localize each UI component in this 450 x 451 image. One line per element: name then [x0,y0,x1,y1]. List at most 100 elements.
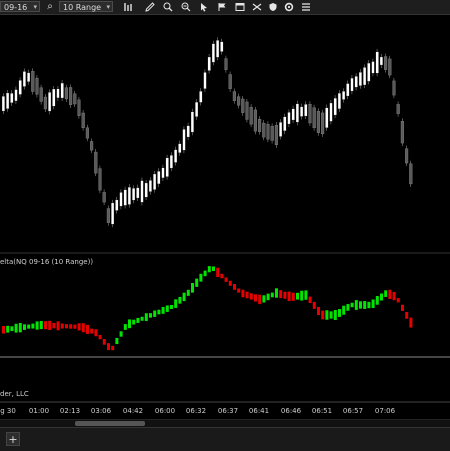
zoom-out-icon[interactable] [180,1,192,13]
delta-bar [249,293,253,300]
cursor-icon[interactable] [198,1,210,13]
candle [308,104,312,124]
candle [379,56,383,66]
delta-bar [363,301,367,309]
delta-bar [321,310,325,320]
candle [283,116,287,132]
candle [266,124,270,140]
delta-bar [182,292,186,302]
candle [253,109,257,132]
candle [27,72,31,82]
delta-bar [10,326,14,332]
chart-canvas[interactable] [0,15,450,403]
delta-bar [144,313,148,321]
delta-bar [128,319,131,329]
candle [291,108,295,121]
delta-bar [409,317,413,328]
candle [94,151,98,174]
candle [304,104,308,117]
candle [60,82,64,99]
delta-bar [220,273,224,279]
delta-bar [44,321,47,330]
delta-bar [228,280,232,286]
delta-bar [384,290,388,297]
search-icon[interactable]: ⌕ [44,1,56,13]
delta-bar [48,320,52,331]
candle [39,87,43,102]
delta-panel [2,266,413,351]
candle [64,87,68,100]
candle [396,104,400,114]
flag-icon[interactable] [216,1,228,13]
candle [207,56,211,71]
delta-bar [86,324,89,334]
delta-bar [199,273,203,282]
delta-bar [338,309,341,317]
delta-bar [2,325,5,334]
add-tab-button[interactable]: + [6,432,20,446]
delta-bar [275,288,278,298]
delta-bar [392,291,396,301]
delta-bar [325,310,329,320]
delta-bar [6,325,10,333]
candle [337,92,341,110]
candle [350,77,354,92]
candle [295,103,299,123]
delta-bar [216,267,220,278]
delta-bar [165,305,169,312]
candle [148,180,152,192]
candle [90,141,94,151]
time-axis-label: g 30 [0,407,16,415]
delta-bar [81,323,85,333]
time-axis[interactable]: g 30 01:00 02:13 03:06 04:42 06:00 06:32… [0,403,450,419]
candle [232,91,236,101]
instrument-selector[interactable]: 09-16 ▾ [0,1,40,12]
candle [367,62,371,82]
candle [279,122,283,137]
scrollbar-thumb[interactable] [75,421,145,426]
delta-bar [375,296,379,305]
bar-type-selector[interactable]: 10 Range ▾ [59,1,113,12]
candle [115,199,119,211]
shuffle-icon[interactable] [251,1,263,13]
delta-bar [77,323,81,331]
chart-toolbar: 09-16 ▾ ⌕ 10 Range ▾ [0,0,450,15]
delta-bar [212,266,215,271]
zoom-icon[interactable] [162,1,174,13]
delta-bar [14,323,18,333]
bar-chart-icon[interactable] [122,1,134,13]
delta-bar [35,321,39,330]
candle [144,182,148,198]
delta-bar [31,323,35,329]
time-axis-label: 06:46 [280,407,302,415]
candle [321,112,325,135]
delta-bar [396,298,400,303]
delta-bar [102,339,106,345]
pencil-icon[interactable] [144,1,156,13]
window-icon[interactable] [234,1,246,13]
delta-bar [178,296,182,304]
delta-bar [136,317,140,323]
candle [392,80,396,96]
delta-bar [241,289,245,298]
candle [127,186,131,205]
delta-bar [401,304,404,311]
candle [354,76,358,88]
delta-bar [153,310,157,317]
candle [73,93,77,105]
settings-icon[interactable] [283,1,295,13]
candle [342,91,346,100]
candle [48,92,52,112]
candle [203,72,207,89]
delta-bar [65,324,68,329]
candle [98,168,102,191]
time-axis-label: 06:32 [185,407,207,415]
list-icon[interactable] [300,1,312,13]
candle [228,74,232,89]
shield-icon[interactable] [267,1,279,13]
delta-bar [111,345,115,351]
candle [249,106,253,125]
candle [195,101,199,117]
delta-bar [258,294,262,305]
delta-bar [23,324,26,330]
